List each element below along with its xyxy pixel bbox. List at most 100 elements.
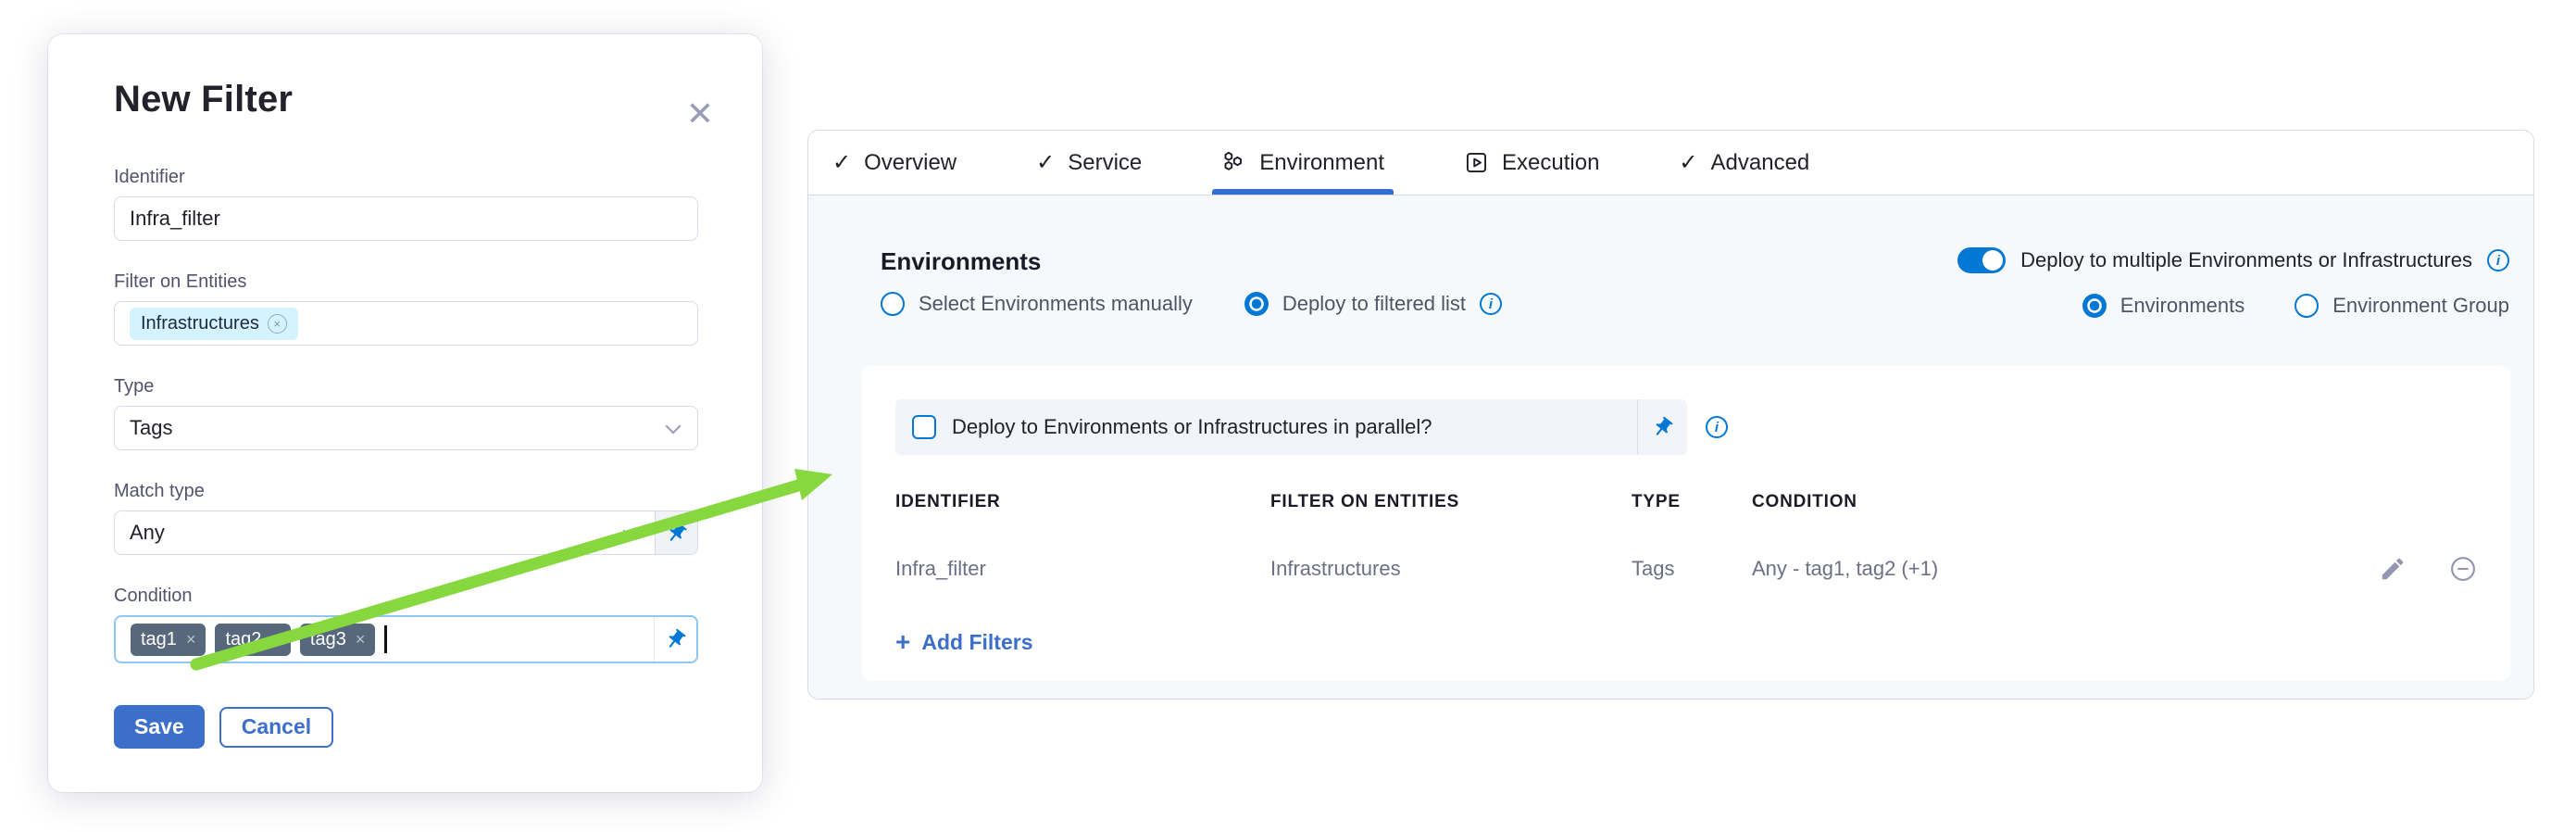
condition-field-group: Condition tag1 × tag2 × tag3 × [114, 586, 698, 663]
info-icon[interactable]: i [2487, 249, 2509, 271]
tab-label: Service [1068, 150, 1142, 176]
add-filters-label: Add Filters [921, 630, 1032, 655]
deploy-mode-radios: Select Environments manually Deploy to f… [881, 292, 1502, 316]
tag-chip-label: tag2 [225, 629, 261, 650]
parallel-checkbox[interactable] [912, 415, 936, 439]
multi-deploy-toggle[interactable] [1957, 247, 2006, 273]
parallel-main: Deploy to Environments or Infrastructure… [895, 415, 1637, 439]
tab-label: Advanced [1711, 150, 1810, 176]
pushpin-icon [1646, 410, 1679, 443]
condition-input[interactable]: tag1 × tag2 × tag3 × [114, 615, 698, 663]
info-icon[interactable]: i [1480, 293, 1502, 315]
radio-icon [1244, 292, 1269, 316]
environments-section: Environments Select Environments manuall… [881, 247, 1502, 316]
target-type-radios: Environments Environment Group [2082, 294, 2509, 318]
info-icon[interactable]: i [1706, 416, 1728, 438]
chevron-down-icon [666, 418, 681, 433]
pin-button[interactable] [654, 617, 696, 662]
page: New Filter ✕ Identifier Infra_filter Fil… [0, 0, 2576, 832]
chip-remove-icon[interactable]: × [268, 314, 287, 334]
tab-execution[interactable]: Execution [1460, 131, 1603, 195]
modal-actions: Save Cancel [114, 705, 698, 749]
condition-label: Condition [114, 586, 698, 607]
section-title: Environments [881, 247, 1502, 276]
radio-icon [2295, 294, 2319, 318]
type-field-group: Type Tags [114, 376, 698, 450]
radio-deploy-filtered-list[interactable]: Deploy to filtered list i [1244, 292, 1502, 316]
edit-pencil-icon[interactable] [2379, 555, 2407, 583]
cancel-button[interactable]: Cancel [219, 707, 333, 748]
environment-tab-content: Environments Select Environments manuall… [808, 195, 2533, 699]
radio-label: Environments [2120, 294, 2245, 318]
radio-icon [2082, 294, 2107, 318]
tab-advanced[interactable]: ✓ Advanced [1675, 131, 1813, 195]
radio-label: Deploy to filtered list [1282, 292, 1466, 316]
execution-play-icon [1464, 150, 1489, 175]
check-icon: ✓ [1679, 149, 1697, 176]
filter-on-entities-field-group: Filter on Entities Infrastructures × [114, 271, 698, 346]
identifier-field-group: Identifier Infra_filter [114, 167, 698, 241]
match-type-label: Match type [114, 481, 698, 502]
check-icon: ✓ [1036, 149, 1055, 176]
add-filters-button[interactable]: + Add Filters [895, 629, 1032, 655]
pushpin-icon [659, 623, 692, 655]
match-type-main: Any [115, 511, 655, 554]
filter-on-entities-label: Filter on Entities [114, 271, 698, 293]
stage-tabbar: ✓ Overview ✓ Service Environment [808, 131, 2533, 195]
tab-environment[interactable]: Environment [1218, 131, 1388, 195]
pin-button[interactable] [1637, 399, 1687, 455]
identifier-value: Infra_filter [130, 207, 220, 231]
tag-remove-icon[interactable]: × [356, 631, 366, 648]
match-type-field-group: Match type Any [114, 481, 698, 555]
multi-deploy-section: Deploy to multiple Environments or Infra… [1957, 247, 2509, 318]
row-actions [2320, 555, 2477, 583]
type-select[interactable]: Tags [114, 406, 698, 450]
tag-chip: tag1 × [131, 624, 206, 656]
new-filter-modal: New Filter ✕ Identifier Infra_filter Fil… [48, 34, 762, 792]
cell-condition: Any - tag1, tag2 (+1) [1752, 557, 2320, 581]
multi-toggle-row: Deploy to multiple Environments or Infra… [1957, 247, 2509, 273]
tab-label: Execution [1502, 150, 1599, 176]
text-cursor [384, 625, 387, 653]
remove-minus-circle-icon[interactable] [2449, 555, 2477, 583]
tag-chip-label: tag3 [310, 629, 346, 650]
parallel-label: Deploy to Environments or Infrastructure… [952, 415, 1432, 439]
filter-on-entities-input[interactable]: Infrastructures × [114, 301, 698, 346]
tag-chip: tag2 × [215, 624, 290, 656]
stage-config-panel: ✓ Overview ✓ Service Environment [807, 130, 2534, 700]
header-condition: CONDITION [1752, 492, 2320, 512]
cell-entities: Infrastructures [1270, 557, 1632, 581]
match-type-select[interactable]: Any [114, 511, 698, 555]
match-type-value: Any [130, 521, 165, 545]
pushpin-icon [660, 516, 693, 548]
radio-environments[interactable]: Environments [2082, 294, 2245, 318]
type-label: Type [114, 376, 698, 397]
radio-label: Environment Group [2332, 294, 2509, 318]
identifier-input[interactable]: Infra_filter [114, 196, 698, 241]
chevron-down-icon [623, 523, 638, 537]
plus-icon: + [895, 629, 910, 655]
toggle-knob [1982, 250, 2003, 271]
tab-overview[interactable]: ✓ Overview [829, 131, 960, 195]
filters-card: Deploy to Environments or Infrastructure… [862, 366, 2510, 681]
tab-label: Overview [864, 150, 957, 176]
close-icon[interactable]: ✕ [686, 97, 714, 131]
tag-remove-icon[interactable]: × [270, 631, 281, 648]
radio-label: Select Environments manually [919, 292, 1193, 316]
check-icon: ✓ [832, 149, 851, 176]
radio-environment-group[interactable]: Environment Group [2295, 294, 2509, 318]
table-row: Infra_filter Infrastructures Tags Any - … [895, 555, 2477, 583]
tag-remove-icon[interactable]: × [186, 631, 196, 648]
radio-select-manually[interactable]: Select Environments manually [881, 292, 1193, 316]
condition-main: tag1 × tag2 × tag3 × [116, 617, 654, 662]
content-header: Environments Select Environments manuall… [862, 247, 2509, 318]
pin-button[interactable] [655, 511, 697, 554]
entities-chip-label: Infrastructures [141, 313, 259, 334]
header-type: TYPE [1632, 492, 1752, 512]
tab-service[interactable]: ✓ Service [1032, 131, 1145, 195]
modal-fields: Identifier Infra_filter Filter on Entiti… [114, 167, 698, 749]
tab-label: Environment [1259, 150, 1384, 176]
save-button[interactable]: Save [114, 705, 205, 749]
header-identifier: IDENTIFIER [895, 492, 1270, 512]
filters-table: IDENTIFIER FILTER ON ENTITIES TYPE CONDI… [895, 492, 2477, 583]
